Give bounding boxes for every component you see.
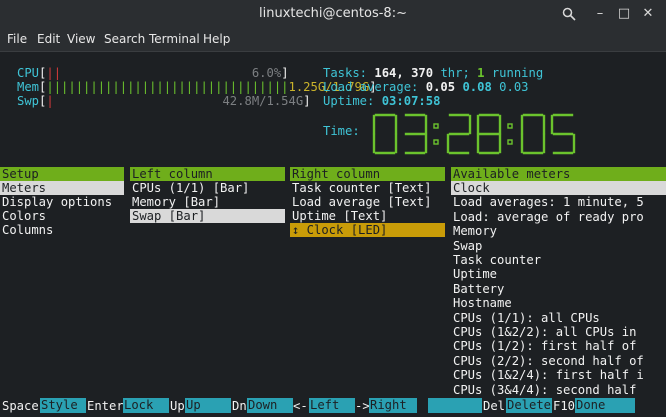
menu-help[interactable]: Help <box>203 32 230 46</box>
footer-key: Dn <box>232 399 247 413</box>
footer-key: <- <box>293 399 308 413</box>
clock-digit <box>446 113 472 155</box>
maximize-button[interactable]: □ <box>614 4 634 24</box>
menu-view[interactable]: View <box>67 32 95 46</box>
terminal-area[interactable]: CPU[|| 6.0%] Mem[|||||||||||||||||||||||… <box>0 52 666 417</box>
available-meter-item[interactable]: Memory <box>451 224 497 238</box>
available-meter-item[interactable]: Hostname <box>451 296 512 310</box>
uptime-meter: Uptime: 03:07:58 <box>323 94 441 108</box>
close-button[interactable]: ✕ <box>638 4 658 24</box>
clock-digit <box>404 113 428 155</box>
load-average-meter: Load average: 0.05 0.08 0.03 <box>323 80 529 94</box>
clock-digit <box>372 113 398 155</box>
search-icon[interactable] <box>562 7 576 21</box>
left-column-item[interactable]: Memory [Bar] <box>130 195 220 209</box>
footer-key: Space <box>2 399 39 413</box>
footer-down-button[interactable]: Down <box>247 398 293 413</box>
available-meter-item[interactable]: CPUs (3&4/4): second half <box>451 383 636 397</box>
clock-colon <box>507 123 513 145</box>
swp-meter: Swp[| 42.8M/1.54G] <box>17 94 311 108</box>
right-column-item[interactable]: Uptime [Text] <box>290 209 387 223</box>
available-meter-item[interactable]: CPUs (1/2): first half of <box>451 339 636 353</box>
footer-key: Enter <box>87 399 124 413</box>
setup-item-display-options[interactable]: Display options <box>0 195 112 209</box>
footer-left-button[interactable]: Left <box>309 398 355 413</box>
clock-digit <box>550 113 576 155</box>
footer-up-button[interactable]: Up <box>185 398 231 413</box>
window-titlebar[interactable]: linuxtechi@centos-8:~ – □ ✕ <box>0 0 666 27</box>
footer-key: -> <box>355 399 370 413</box>
available-meter-item[interactable]: CPUs (1/1): all CPUs <box>451 311 600 325</box>
setup-header: Setup <box>0 167 124 181</box>
menu-search[interactable]: Search <box>104 32 145 46</box>
available-meter-item[interactable]: Task counter <box>451 253 541 267</box>
led-clock <box>372 113 576 155</box>
menu-bar: File Edit View Search Terminal Help <box>0 27 666 52</box>
menu-edit[interactable]: Edit <box>37 32 60 46</box>
setup-item-columns[interactable]: Columns <box>0 223 53 237</box>
menu-file[interactable]: File <box>7 32 27 46</box>
tasks-meter: Tasks: 164, 370 thr; 1 running <box>323 66 544 80</box>
menu-terminal[interactable]: Terminal <box>149 32 200 46</box>
setup-item-meters[interactable]: Meters <box>0 181 124 195</box>
right-column-item[interactable]: Load average [Text] <box>290 195 431 209</box>
available-meter-item[interactable]: Swap <box>451 239 482 253</box>
footer-key: F10 <box>553 399 576 413</box>
footer-done-button[interactable]: Done <box>575 398 635 413</box>
time-label: Time: <box>323 124 360 138</box>
right-column-item-moving[interactable]: ↕ Clock [LED] <box>290 223 445 237</box>
footer-key: Up <box>170 399 185 413</box>
available-meter-item[interactable]: Battery <box>451 282 504 296</box>
available-meter-item[interactable]: Uptime <box>451 267 497 281</box>
footer-lock-button[interactable]: Lock <box>123 398 169 413</box>
left-column-item[interactable]: CPUs (1/1) [Bar] <box>130 181 249 195</box>
cpu-meter: CPU[|| 6.0%] <box>17 66 289 80</box>
clock-digit <box>476 113 502 155</box>
available-meter-item[interactable]: CPUs (2/2): second half of <box>451 354 644 368</box>
footer-delete-button[interactable]: Delete <box>506 398 552 413</box>
available-meter-item[interactable]: CPUs (1&2/4): first half i <box>451 368 644 382</box>
function-key-bar: Space Style Enter Lock Up Up Dn Down <- … <box>0 398 666 413</box>
available-meters-header: Available meters <box>451 167 666 181</box>
right-column-item[interactable]: Task counter [Text] <box>290 181 431 195</box>
clock-colon <box>433 123 439 145</box>
left-column-header: Left column <box>130 167 285 181</box>
available-meter-selected[interactable]: Clock <box>451 181 666 195</box>
setup-item-colors[interactable]: Colors <box>0 209 46 223</box>
footer-right-button[interactable]: Right <box>369 398 417 413</box>
clock-digit <box>520 113 546 155</box>
footer-style-button[interactable]: Style <box>40 398 86 413</box>
available-meter-item[interactable]: CPUs (1&2/2): all CPUs in <box>451 325 636 339</box>
footer-spacer <box>428 398 482 413</box>
left-column-item-selected[interactable]: Swap [Bar] <box>130 209 285 223</box>
available-meter-item[interactable]: Load: average of ready pro <box>451 210 644 224</box>
right-column-header: Right column <box>290 167 445 181</box>
available-meter-item[interactable]: Load averages: 1 minute, 5 <box>451 195 644 209</box>
minimize-button[interactable]: – <box>590 4 610 24</box>
footer-key: Del <box>483 399 506 413</box>
